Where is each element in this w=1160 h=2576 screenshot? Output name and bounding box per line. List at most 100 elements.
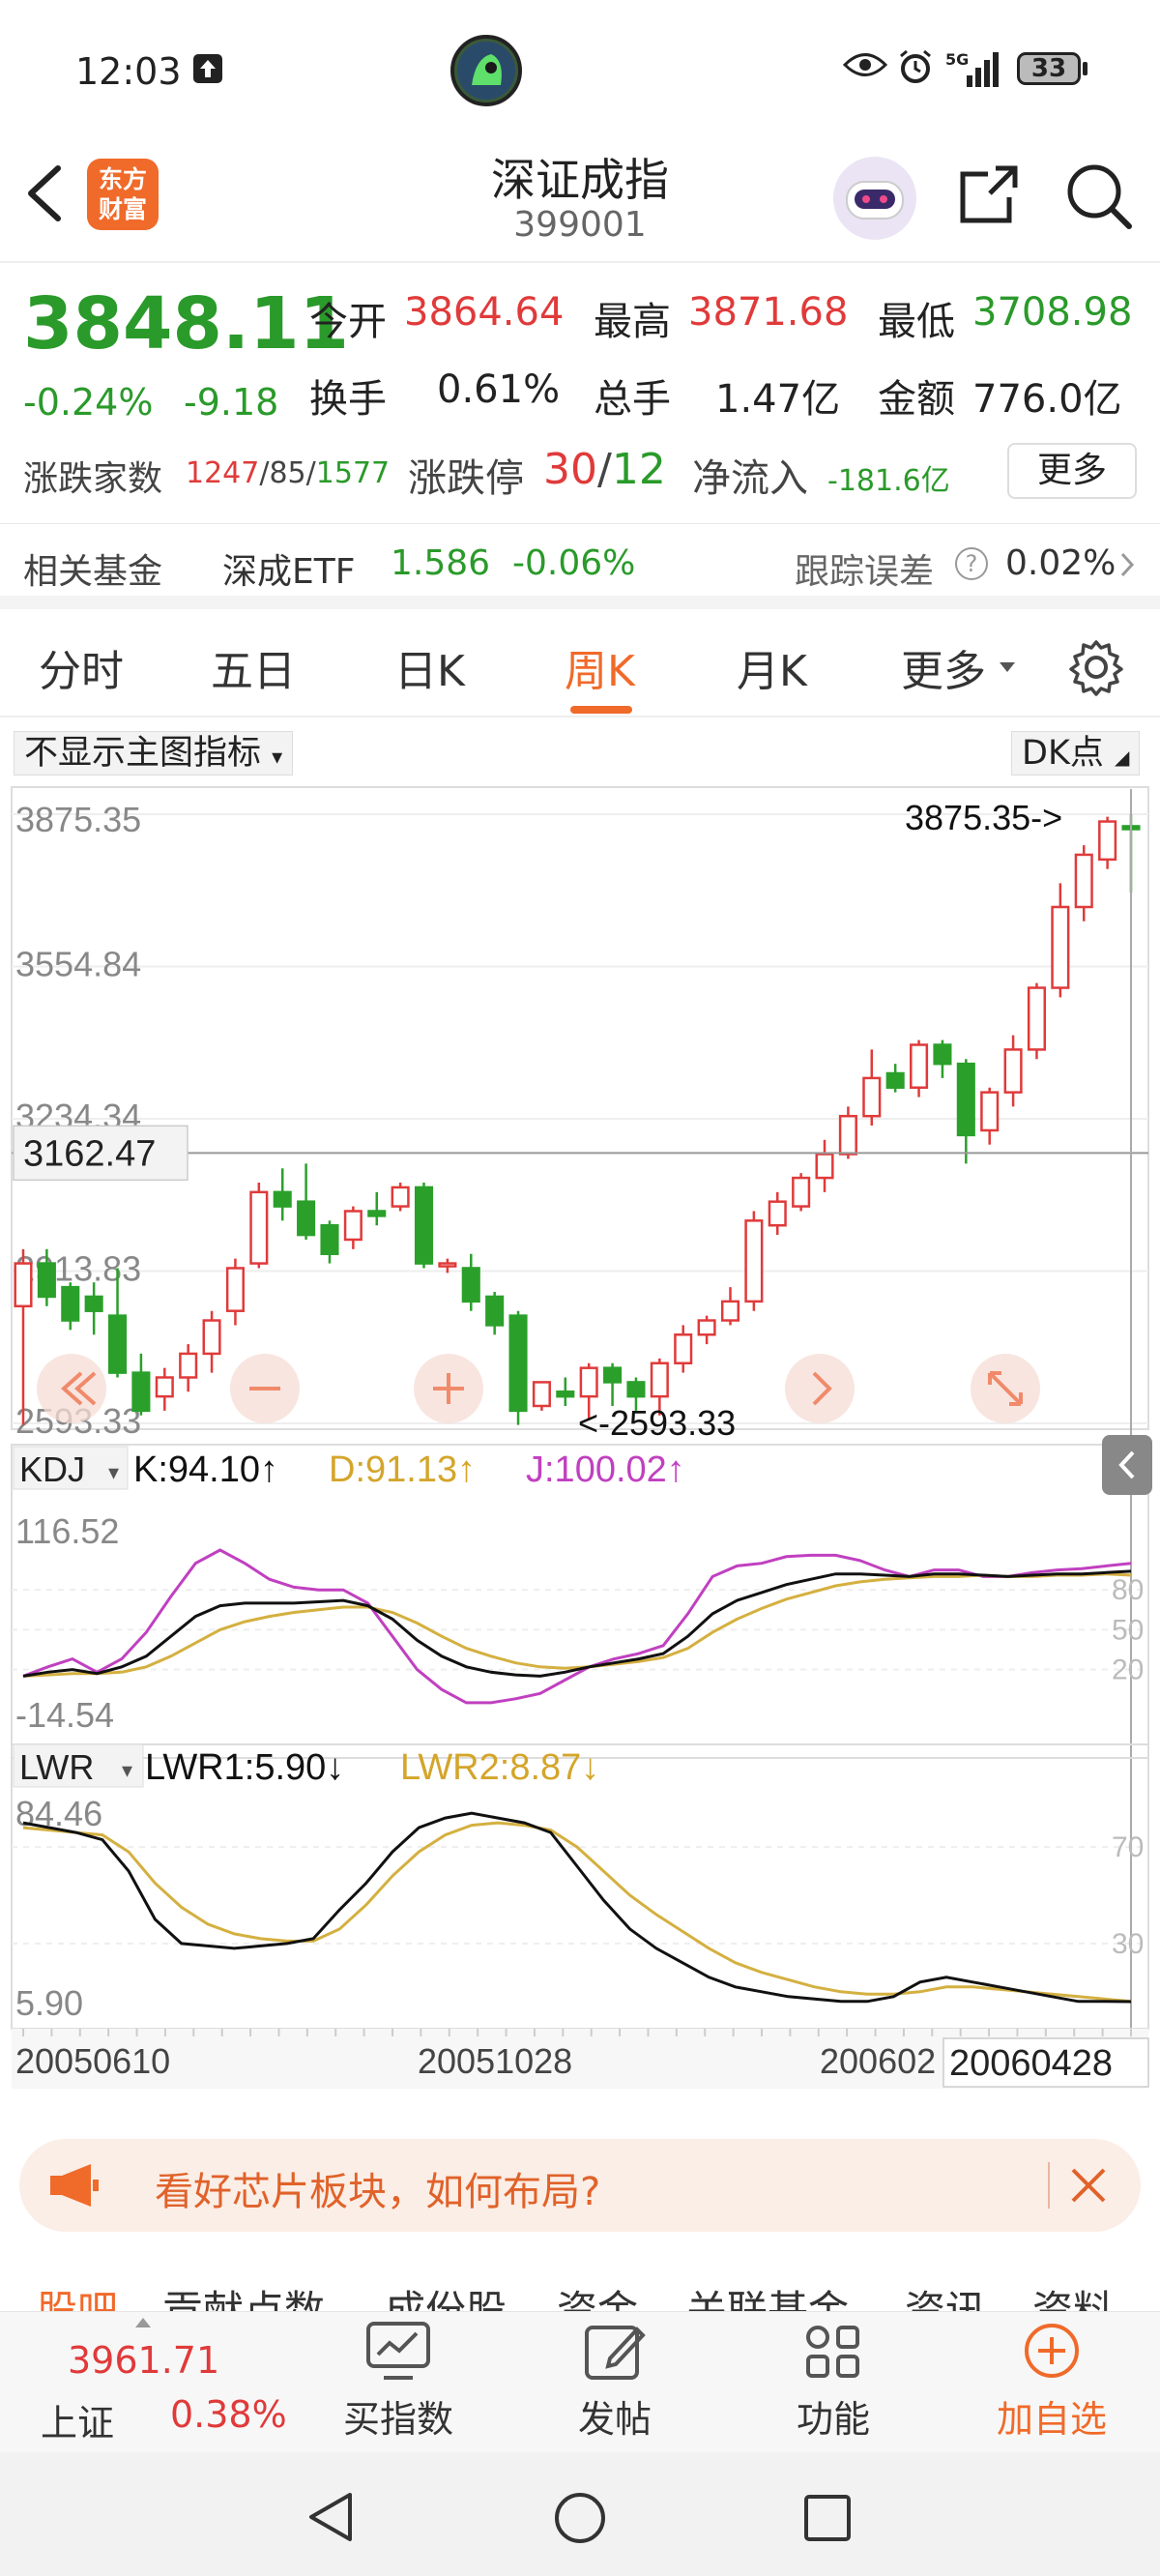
up-count: 1247	[186, 456, 260, 490]
tab-weekly-k[interactable]: 周K	[565, 636, 635, 698]
candle-body	[720, 1300, 740, 1322]
assistant-robot-icon[interactable]	[833, 157, 916, 240]
side-collapse-tab	[1102, 1435, 1152, 1495]
x-axis-label: 20051028	[418, 2041, 572, 2081]
sh-index-price[interactable]: 3961.71	[68, 2339, 219, 2382]
kline-chart-svg[interactable]: 3875.353554.843234.342913.832593.333162.…	[0, 719, 1160, 2112]
candle-body	[438, 1262, 457, 1268]
candle-body	[391, 1186, 410, 1208]
chart-line-icon	[366, 2322, 430, 2380]
limit-label: 涨跌停	[408, 456, 524, 501]
lwr1-line	[22, 1811, 1132, 2004]
subtab-funds-flow[interactable]: 资金	[557, 2278, 638, 2311]
track-label: 跟踪误差	[795, 552, 935, 592]
subtab-profile[interactable]: 资料	[1032, 2278, 1114, 2311]
candle-body	[579, 1366, 598, 1398]
promo-banner[interactable]: 看好芯片板块，如何布局?	[19, 2139, 1141, 2232]
candle-body	[885, 1071, 905, 1089]
subtab-contribution[interactable]: 贡献点数	[162, 2278, 325, 2311]
expand-arrow-icon[interactable]	[135, 2318, 151, 2327]
candle-body	[508, 1314, 528, 1413]
kdj-k-value: K:94.10↑	[133, 1449, 278, 1490]
lwr2-line	[22, 1821, 1132, 2004]
candle-body	[933, 1043, 952, 1066]
candle-body	[273, 1190, 292, 1208]
kdj-right-label: 50	[1112, 1614, 1144, 1646]
candle-body	[697, 1319, 716, 1336]
limit-up: 30	[543, 445, 597, 494]
high-label: 最高	[594, 300, 671, 344]
high-value: 3871.68	[688, 290, 849, 335]
tab-fenshi[interactable]: 分时	[39, 636, 124, 698]
page-title: 深证成指	[491, 154, 669, 206]
y-axis-label: 3875.35	[15, 800, 141, 839]
post-label: 发帖	[577, 2398, 652, 2441]
candle-body	[414, 1186, 434, 1265]
related-fund-row[interactable]: 相关基金 深成ETF 1.586 -0.06% 跟踪误差 ? 0.02%	[0, 524, 1160, 609]
more-button[interactable]: 更多	[1007, 443, 1137, 499]
tab-monthly-k[interactable]: 月K	[737, 636, 807, 698]
search-icon[interactable]	[1063, 161, 1133, 234]
post-button[interactable]: 发帖	[537, 2322, 692, 2443]
fund-price: 1.586	[391, 543, 491, 583]
change-percent: -0.24%	[23, 381, 154, 424]
tab-five-day[interactable]: 五日	[211, 636, 296, 698]
banner-text: 看好芯片板块，如何布局?	[155, 2170, 601, 2214]
candle-body	[744, 1219, 764, 1303]
candle-body	[768, 1200, 787, 1227]
sub-tabs: 股吧 贡献点数 成份股 资金 关联基金 资讯 资料	[0, 2243, 1160, 2311]
sh-index-change: 0.38%	[170, 2393, 287, 2436]
close-icon[interactable]	[1067, 2164, 1110, 2210]
candle-body	[249, 1190, 269, 1265]
avatar[interactable]	[450, 35, 522, 106]
candle-body	[1098, 820, 1117, 862]
chart-area[interactable]: 不显示主图指标 ▾ DK点 ◢ 3875.35 3554.84 3234.34 291…	[0, 719, 1160, 2112]
buy-index-button[interactable]: 买指数	[321, 2322, 476, 2443]
open-value: 3864.64	[404, 290, 565, 335]
alarm-icon	[897, 48, 934, 89]
candle-body	[367, 1210, 387, 1217]
turnover-label: 换手	[309, 377, 387, 422]
subtab-related-funds[interactable]: 关联基金	[686, 2278, 849, 2311]
x-axis-label: 200602	[820, 2041, 936, 2081]
updown-label: 涨跌家数	[23, 459, 163, 499]
volume-value: 1.47亿	[715, 377, 841, 422]
x-cursor-label: 20060428	[949, 2043, 1113, 2084]
quote-panel: 3848.11 -0.24% -9.18 今开 3864.64 最高 3871.…	[0, 263, 1160, 524]
settings-gear-icon[interactable]	[1067, 638, 1125, 700]
candle-body	[980, 1091, 1000, 1132]
candle-body	[1051, 905, 1070, 989]
crosshair-value: 3162.47	[23, 1133, 156, 1174]
app-header: 东方财富 深证成指 399001	[0, 145, 1160, 263]
status-bar: 12:03 5G 33	[0, 0, 1160, 145]
kdj-select-arrow-icon: ▾	[108, 1460, 119, 1484]
amount-value: 776.0亿	[972, 377, 1122, 422]
subtab-components[interactable]: 成份股	[385, 2278, 507, 2311]
recents-square-icon[interactable]	[802, 2493, 853, 2547]
grid-icon	[806, 2326, 859, 2378]
system-nav-bar	[0, 2452, 1160, 2576]
back-icon[interactable]	[23, 164, 66, 226]
candle-body	[1027, 986, 1047, 1051]
functions-label: 功能	[796, 2398, 870, 2441]
limit-down: 12	[611, 445, 666, 494]
kdj-pane-frame	[11, 1444, 1149, 1759]
battery-icon: 33	[1017, 52, 1081, 85]
subtab-guba[interactable]: 股吧	[37, 2278, 118, 2311]
subtab-news[interactable]: 资讯	[905, 2278, 986, 2311]
period-tabs: 分时 五日 日K 周K 月K 更多	[0, 609, 1160, 717]
signal-icon	[943, 50, 1001, 93]
functions-button[interactable]: 功能	[756, 2322, 911, 2443]
help-icon[interactable]: ?	[955, 547, 988, 580]
home-circle-icon[interactable]	[553, 2491, 607, 2549]
share-icon[interactable]	[955, 161, 1023, 232]
flat-count: 85	[269, 456, 306, 490]
candle-body	[862, 1076, 882, 1118]
updown-counts: 1247/85/1577	[186, 456, 391, 490]
back-triangle-icon[interactable]	[305, 2491, 358, 2547]
candle-body	[155, 1376, 174, 1398]
kdj-right-label: 80	[1112, 1574, 1144, 1606]
tab-more[interactable]: 更多	[901, 636, 986, 698]
add-watchlist-button[interactable]: 加自选	[974, 2322, 1129, 2443]
tab-daily-k[interactable]: 日K	[394, 636, 465, 698]
